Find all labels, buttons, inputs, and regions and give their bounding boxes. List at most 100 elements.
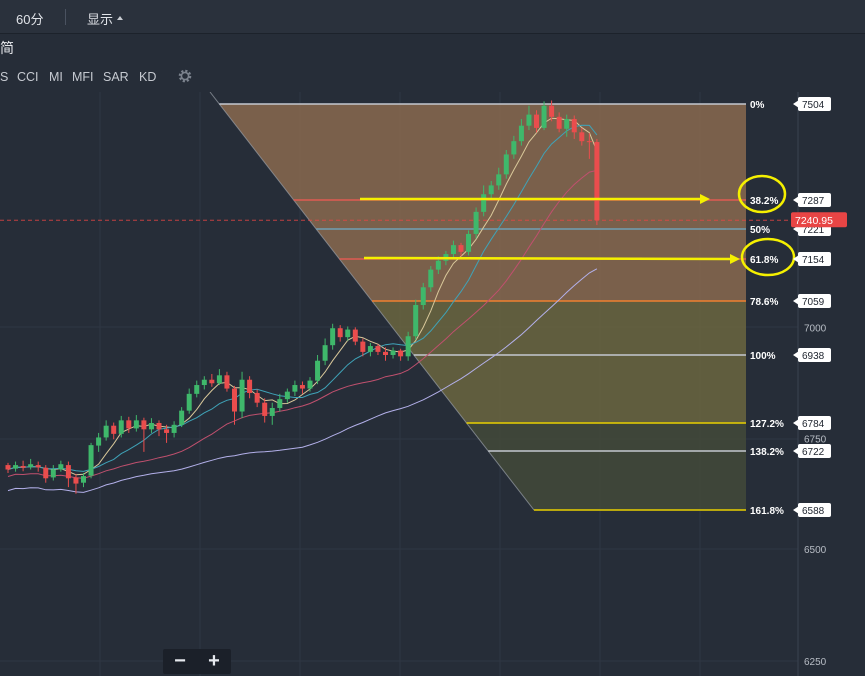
candle-body xyxy=(96,437,102,446)
candle-body xyxy=(141,420,147,430)
candle-body xyxy=(148,423,154,430)
candle-body xyxy=(556,116,562,129)
candle-body xyxy=(398,350,404,357)
candle-body xyxy=(367,346,373,352)
candle-body xyxy=(254,392,260,403)
fib-price-tag-pointer xyxy=(793,447,799,455)
candle-body xyxy=(232,388,237,412)
candle-body xyxy=(201,379,207,386)
fib-price-tag-text: 6938 xyxy=(802,351,825,362)
fib-level-label: 78.6% xyxy=(750,297,778,308)
candle-body xyxy=(503,154,509,175)
candle-body xyxy=(179,410,185,425)
candle-body xyxy=(186,393,192,411)
indicator-kd[interactable]: KD xyxy=(139,70,156,84)
indicator-mfi[interactable]: MFI xyxy=(72,70,94,84)
candle-body xyxy=(420,287,426,306)
price-axis: 7504728772217154705969386784672265887000… xyxy=(791,92,865,676)
candle-body xyxy=(345,329,351,338)
candle-body xyxy=(594,142,600,221)
fib-level-label: 50% xyxy=(750,225,770,236)
indicator-mi[interactable]: MI xyxy=(49,70,63,84)
price-chart[interactable]: 0% 38.2% 50% 61.8% 78.6% 100% 127.2% 138.2% 161.… xyxy=(0,92,865,676)
fib-zone-band xyxy=(339,259,746,301)
candle-body xyxy=(360,341,366,352)
fib-price-tag-pointer xyxy=(793,196,799,204)
annotation-arrow-line xyxy=(363,256,733,261)
indicator-sar[interactable]: SAR xyxy=(103,70,129,84)
candle-body xyxy=(564,119,570,129)
candle-body xyxy=(126,420,132,429)
indicator-cci[interactable]: CCI xyxy=(17,70,39,84)
fib-level-label: 127.2% xyxy=(750,419,784,430)
fib-price-tag-text: 7504 xyxy=(802,100,825,111)
fibonacci-zones: 0% 38.2% 50% 61.8% 78.6% 100% 127.2% 138.2% 161.… xyxy=(0,92,798,517)
fib-price-tag-pointer xyxy=(793,351,799,359)
candle-body xyxy=(194,385,200,394)
candle-body xyxy=(88,445,94,476)
candle-body xyxy=(473,211,479,234)
candle-body xyxy=(322,345,328,361)
candle-body xyxy=(216,375,222,384)
fib-zone-band xyxy=(219,104,747,200)
display-menu[interactable]: 显示 xyxy=(87,9,113,28)
candle-body xyxy=(284,391,290,400)
candle-body xyxy=(5,465,11,470)
candle-body xyxy=(269,407,275,416)
candle-body xyxy=(352,329,358,342)
candle-body xyxy=(156,423,162,430)
toolbar-divider xyxy=(65,9,66,25)
candle-body xyxy=(277,399,283,408)
fib-price-tag-pointer xyxy=(793,100,799,108)
fib-level-label: 0% xyxy=(750,100,765,111)
candle-body xyxy=(450,245,456,255)
interval-selector[interactable]: 60分 xyxy=(16,9,43,28)
fib-level-label: 61.8% xyxy=(750,255,778,266)
candle-body xyxy=(534,114,539,128)
candle-body xyxy=(111,425,117,434)
candle-body xyxy=(511,141,517,155)
candle-body xyxy=(405,336,411,357)
fib-price-tag-text: 6784 xyxy=(802,419,825,430)
gear-icon[interactable] xyxy=(177,68,193,84)
candle-body xyxy=(28,464,34,467)
indicator-s[interactable]: S xyxy=(0,70,8,84)
toolbar: 60分 显示 xyxy=(0,0,865,34)
fib-price-tag-pointer xyxy=(793,297,799,305)
zoom-in-button[interactable]: + xyxy=(197,649,231,674)
candle-body xyxy=(586,141,592,143)
fib-price-tag-text: 7287 xyxy=(802,196,825,207)
price-tick-label: 6500 xyxy=(804,545,827,556)
indicator-bar: S CCI MI MFI SAR KD xyxy=(0,62,865,92)
candle-body xyxy=(390,350,396,355)
fib-price-tag-text: 6588 xyxy=(802,506,825,517)
candle-body xyxy=(103,425,109,438)
candle-body xyxy=(118,420,124,434)
candle-body xyxy=(518,125,524,142)
candle-body xyxy=(549,105,555,117)
fib-price-tag-pointer xyxy=(793,506,799,514)
fib-zone-band xyxy=(371,301,746,355)
zoom-controls: − + xyxy=(163,649,231,674)
candle-body xyxy=(43,467,49,479)
caret-down-icon[interactable] xyxy=(117,16,123,20)
candle-body xyxy=(50,469,56,478)
fib-zone-band xyxy=(466,423,746,451)
candle-body xyxy=(330,328,336,346)
candle-body xyxy=(239,379,245,412)
fib-zone-band xyxy=(413,355,746,423)
candle-body xyxy=(133,420,139,429)
candle-body xyxy=(73,477,79,484)
candle-body xyxy=(13,465,19,469)
candle-body xyxy=(315,360,321,381)
candle-body xyxy=(458,245,464,252)
candle-body xyxy=(307,380,313,389)
candle-body xyxy=(435,260,441,270)
candle-body xyxy=(171,424,177,433)
candle-body xyxy=(413,305,419,337)
chart-app: 60分 显示 简 S CCI MI MFI SAR KD 0% 38.2% 50% 6… xyxy=(0,0,865,676)
candle-body xyxy=(526,114,532,126)
price-tick-label: 6750 xyxy=(804,434,827,445)
symbol-title-fragment: 简 xyxy=(0,40,14,56)
zoom-out-button[interactable]: − xyxy=(163,649,197,674)
